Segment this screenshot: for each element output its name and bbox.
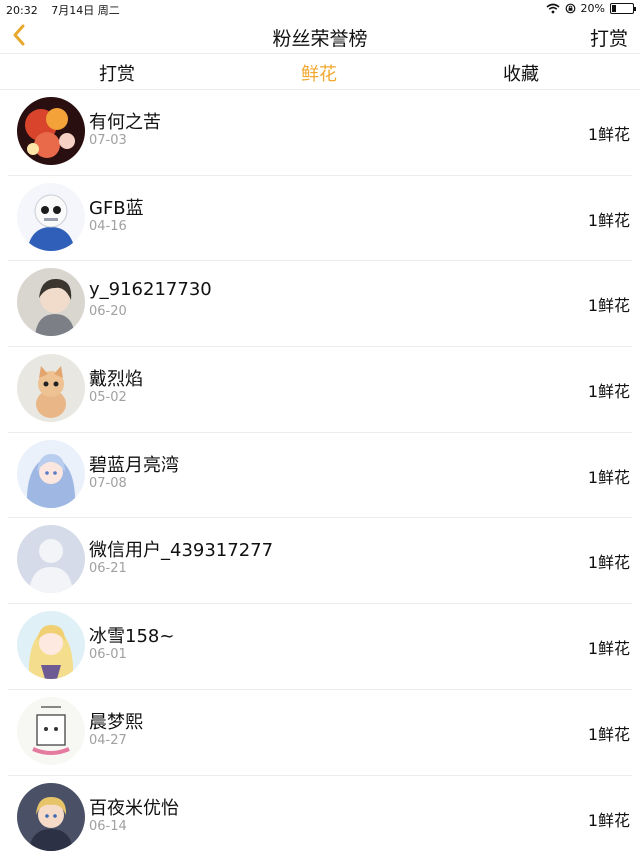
fan-row[interactable]: 碧蓝月亮湾 07-08 1鲜花 <box>8 433 632 519</box>
nav-bar: 粉丝荣誉榜 打赏 <box>0 18 640 54</box>
anime-girl-blonde-avatar[interactable] <box>17 611 85 680</box>
fan-list: 有何之苦 07-03 1鲜花 GFB蓝 04-16 1鲜花 y_91621773… <box>0 90 640 853</box>
fan-date: 07-08 <box>89 475 127 491</box>
fan-row[interactable]: GFB蓝 04-16 1鲜花 <box>8 176 632 262</box>
tab-flowers[interactable]: 鲜花 <box>301 60 337 86</box>
chevron-left-icon <box>13 24 25 46</box>
sketch-character-avatar[interactable] <box>17 696 85 765</box>
fan-date: 07-03 <box>89 133 127 148</box>
fan-row[interactable]: 晨梦熙 04-27 1鲜花 <box>8 690 632 776</box>
skull-hoodie-avatar[interactable] <box>17 182 85 251</box>
fan-name: 碧蓝月亮湾 <box>89 454 179 476</box>
fan-row[interactable]: 微信用户_439317277 06-21 1鲜花 <box>8 518 632 605</box>
fan-name: 晨梦熙 <box>89 711 143 733</box>
fan-name: y_916217730 <box>89 279 212 301</box>
battery-fill <box>612 5 616 12</box>
wifi-icon <box>546 3 560 14</box>
flower-count: 1鲜花 <box>587 125 630 144</box>
anime-boy-blonde-avatar[interactable] <box>17 782 85 851</box>
fan-row[interactable]: 百夜米优怡 06-14 1鲜花 <box>8 776 632 853</box>
fan-name: 微信用户_439317277 <box>89 540 274 562</box>
flower-count: 1鲜花 <box>587 467 630 487</box>
fan-date: 05-02 <box>89 390 127 406</box>
flower-count: 1鲜花 <box>587 382 630 402</box>
kitten-avatar[interactable] <box>17 354 85 423</box>
status-bar: 20:32 7月14日 周二 20% <box>0 0 640 18</box>
fan-date: 06-20 <box>89 304 127 320</box>
anime-girl-blue-hair-avatar[interactable] <box>17 439 85 508</box>
flower-fire-avatar[interactable] <box>17 97 85 165</box>
fan-name: 百夜米优怡 <box>89 797 179 819</box>
fan-date: 04-27 <box>89 732 127 748</box>
fan-date: 06-01 <box>89 647 127 663</box>
fan-name: 有何之苦 <box>89 112 161 133</box>
fan-row[interactable]: 有何之苦 07-03 1鲜花 <box>8 90 632 176</box>
flower-count: 1鲜花 <box>587 810 630 830</box>
status-time: 20:32 <box>6 4 38 17</box>
default-user-avatar[interactable] <box>17 525 85 594</box>
flower-count: 1鲜花 <box>587 724 630 744</box>
fan-row[interactable]: 冰雪158~ 06-01 1鲜花 <box>8 604 632 690</box>
flower-count: 1鲜花 <box>587 553 630 573</box>
anime-boy-avatar[interactable] <box>17 268 85 337</box>
status-left: 20:32 7月14日 周二 <box>6 2 130 18</box>
fan-date: 04-16 <box>89 218 127 234</box>
fan-name: 冰雪158~ <box>89 626 175 648</box>
page-title: 粉丝荣誉榜 <box>272 28 368 50</box>
fan-date: 06-21 <box>89 561 127 577</box>
battery-icon <box>610 3 636 14</box>
back-button[interactable] <box>4 20 34 50</box>
rotation-lock-icon <box>565 3 575 14</box>
fan-name: GFB蓝 <box>89 197 144 219</box>
tab-bar: 打赏 鲜花 收藏 <box>0 54 640 90</box>
tab-reward[interactable]: 打赏 <box>99 60 135 86</box>
flower-count: 1鲜花 <box>587 210 630 230</box>
battery-percent: 20% <box>580 2 605 15</box>
tab-favorites[interactable]: 收藏 <box>503 60 539 86</box>
flower-count: 1鲜花 <box>587 639 630 659</box>
status-date: 7月14日 周二 <box>51 4 120 17</box>
flower-count: 1鲜花 <box>587 296 630 316</box>
reward-button[interactable]: 打赏 <box>590 24 628 51</box>
fan-name: 戴烈焰 <box>89 369 143 391</box>
fan-row[interactable]: y_916217730 06-20 1鲜花 <box>8 261 632 348</box>
fan-row[interactable]: 戴烈焰 05-02 1鲜花 <box>8 347 632 433</box>
status-right: 20% <box>546 2 636 15</box>
fan-date: 06-14 <box>89 818 127 834</box>
